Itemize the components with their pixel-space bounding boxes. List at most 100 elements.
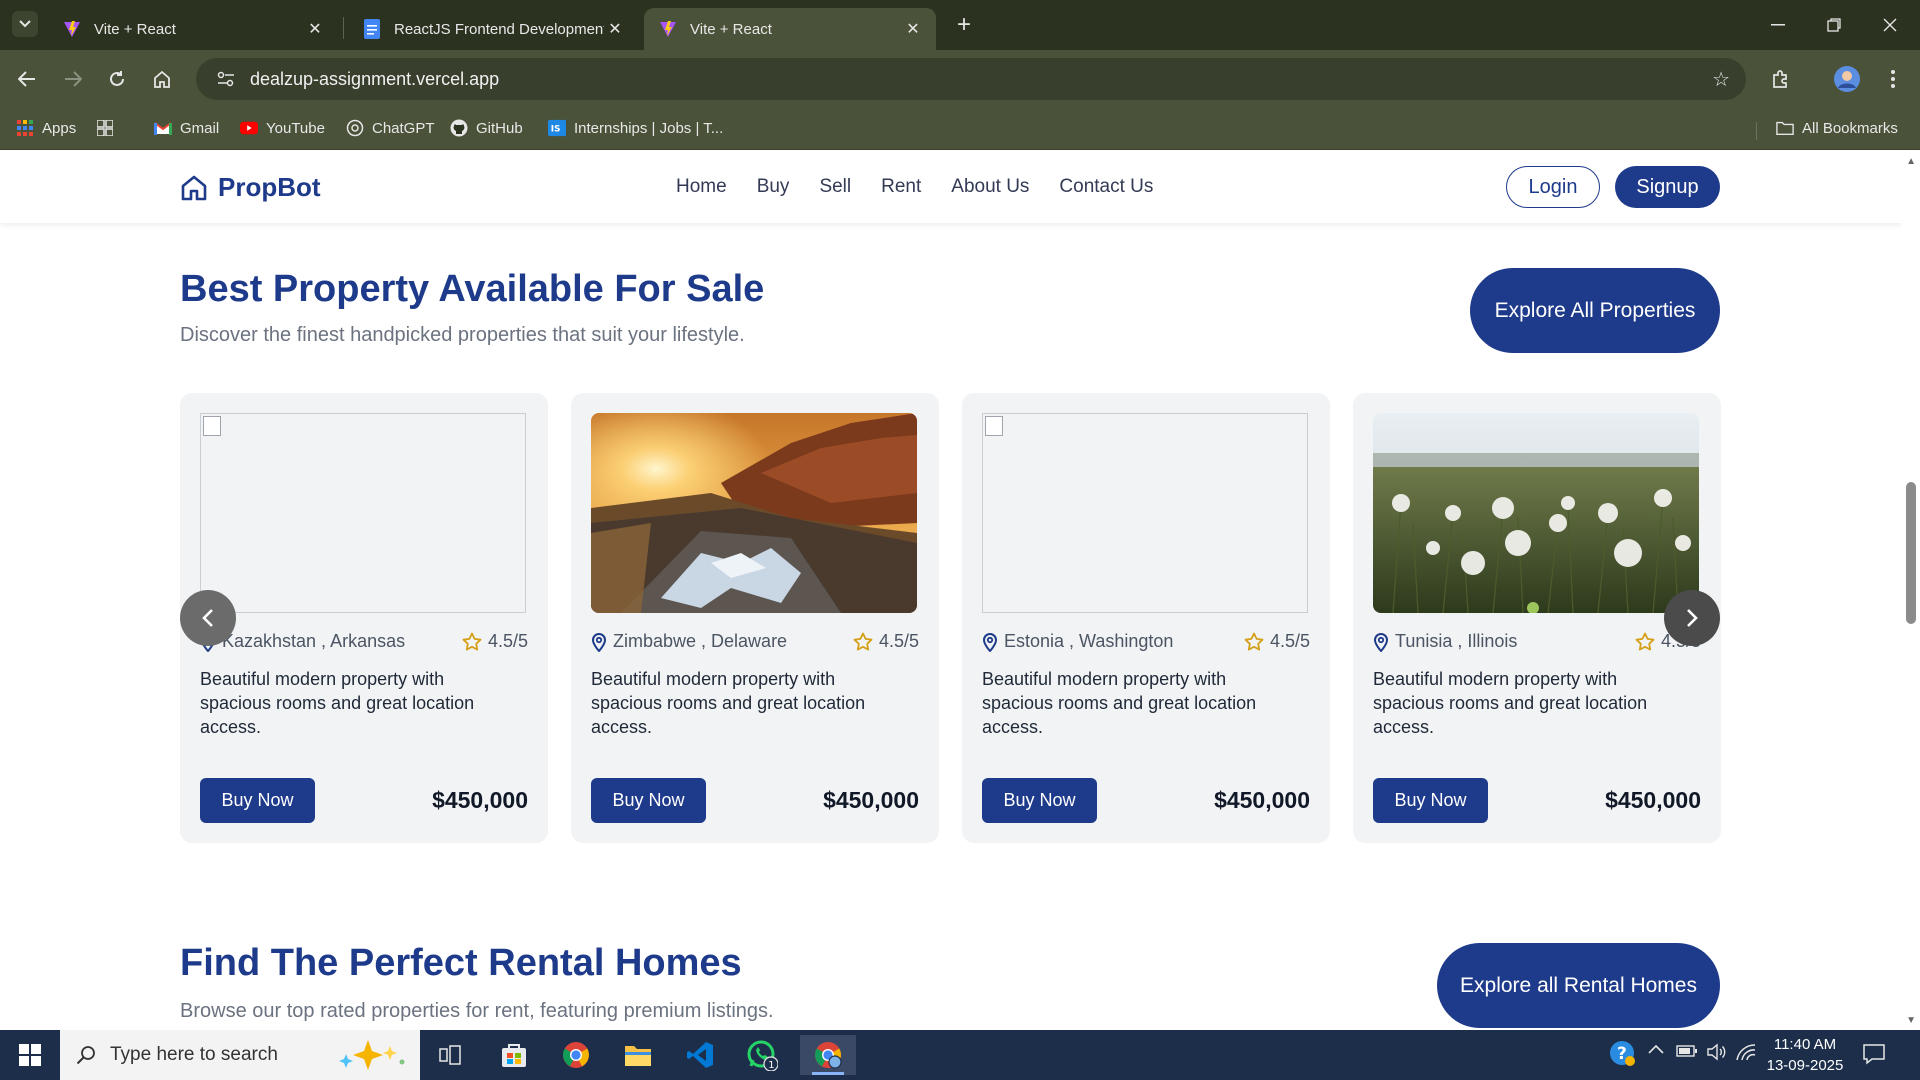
vscode-icon[interactable] <box>676 1035 724 1075</box>
star-icon <box>1244 632 1264 651</box>
windows-taskbar: Type here to search 1 ? 11:40 AM 13-09-2… <box>0 1030 1920 1080</box>
property-description: Beautiful modern property with spacious … <box>1373 669 1648 737</box>
reload-icon[interactable] <box>100 62 134 96</box>
close-tab-icon[interactable]: ✕ <box>604 18 626 40</box>
scrollbar-thumb[interactable] <box>1906 482 1916 624</box>
taskbar-clock[interactable]: 11:40 AM 13-09-2025 <box>1760 1034 1850 1076</box>
explore-all-properties-button[interactable]: Explore All Properties <box>1470 268 1720 353</box>
property-location: Estonia , Washington <box>982 631 1173 652</box>
nav-about-us[interactable]: About Us <box>951 176 1029 198</box>
scroll-up-arrow-icon[interactable]: ▲ <box>1906 156 1916 167</box>
brand-name: PropBot <box>218 172 321 202</box>
whatsapp-icon[interactable]: 1 <box>738 1035 786 1075</box>
gmail-icon <box>154 119 172 137</box>
scroll-down-arrow-icon[interactable]: ▼ <box>1906 1015 1916 1026</box>
chrome-icon[interactable] <box>552 1035 600 1075</box>
home-icon[interactable] <box>145 62 179 96</box>
tab-title: Vite + React <box>690 20 772 38</box>
notification-center-icon[interactable] <box>1862 1042 1886 1071</box>
nav-rent[interactable]: Rent <box>881 176 921 198</box>
bookmark-divider <box>1756 122 1757 140</box>
bookmark-internshala[interactable]: IS Internships | Jobs | T... <box>548 119 723 137</box>
bookmark-apps[interactable]: Apps <box>16 119 76 137</box>
carousel-next-button[interactable] <box>1664 590 1720 646</box>
browser-menu-icon[interactable] <box>1876 62 1910 96</box>
login-button[interactable]: Login <box>1506 166 1600 208</box>
property-description: Beautiful modern property with spacious … <box>591 669 866 737</box>
back-arrow-icon[interactable] <box>10 62 44 96</box>
file-explorer-icon[interactable] <box>614 1035 662 1075</box>
buy-now-button[interactable]: Buy Now <box>1373 778 1488 823</box>
browser-tab-bar: Vite + React ✕ ReactJS Frontend Developm… <box>0 0 1920 50</box>
chrome-active-window-icon[interactable] <box>800 1035 856 1075</box>
close-tab-icon[interactable]: ✕ <box>902 18 924 40</box>
property-card: Estonia , Washington 4.5/5 Beautiful mod… <box>962 393 1330 843</box>
folder-icon <box>1776 119 1794 137</box>
copilot-sparkle-icon[interactable] <box>332 1040 408 1075</box>
help-icon[interactable]: ? <box>1608 1039 1636 1067</box>
house-icon <box>180 174 208 202</box>
task-view-icon[interactable] <box>426 1035 474 1075</box>
bookmark-chatgpt[interactable]: ChatGPT <box>346 119 435 137</box>
signup-button[interactable]: Signup <box>1615 166 1720 208</box>
property-price: $450,000 <box>1214 787 1310 813</box>
carousel-prev-button[interactable] <box>180 590 236 646</box>
property-rating: 4.5/5 <box>1244 631 1310 652</box>
bookmark-all-bookmarks[interactable]: All Bookmarks <box>1776 119 1898 137</box>
forward-arrow-icon[interactable] <box>56 62 90 96</box>
explore-all-rental-homes-button[interactable]: Explore all Rental Homes <box>1437 943 1720 1028</box>
minimize-icon[interactable] <box>1750 0 1806 50</box>
wifi-icon[interactable] <box>1736 1043 1756 1061</box>
close-window-icon[interactable] <box>1862 0 1918 50</box>
buy-now-button[interactable]: Buy Now <box>200 778 315 823</box>
property-image-broken <box>982 413 1308 613</box>
browser-tab-3-active[interactable]: Vite + React ✕ <box>644 8 936 50</box>
browser-tab-2[interactable]: ReactJS Frontend Development ✕ <box>348 8 638 50</box>
site-logo[interactable]: PropBot <box>180 172 321 203</box>
show-hidden-icons-chevron-up-icon[interactable] <box>1648 1044 1664 1054</box>
bookmark-youtube[interactable]: YouTube <box>240 119 325 137</box>
page-scrollbar[interactable]: ▲ ▼ <box>1902 150 1920 1030</box>
close-tab-icon[interactable]: ✕ <box>304 18 326 40</box>
vite-icon <box>62 19 82 39</box>
bookmark-github[interactable]: GitHub <box>450 119 523 137</box>
buy-now-button[interactable]: Buy Now <box>591 778 706 823</box>
clock-time: 11:40 AM <box>1773 1036 1837 1053</box>
extensions-puzzle-icon[interactable] <box>1764 62 1798 96</box>
bookmark-grid[interactable] <box>96 119 122 137</box>
star-icon <box>853 632 873 651</box>
volume-icon[interactable] <box>1706 1043 1728 1061</box>
buy-now-button[interactable]: Buy Now <box>982 778 1097 823</box>
browser-tab-1[interactable]: Vite + React ✕ <box>48 8 338 50</box>
google-docs-icon <box>362 19 382 39</box>
nav-buy[interactable]: Buy <box>757 176 790 198</box>
profile-avatar[interactable] <box>1830 62 1864 96</box>
restore-icon[interactable] <box>1806 0 1862 50</box>
bookmark-star-icon[interactable]: ☆ <box>1712 67 1730 92</box>
search-placeholder: Type here to search <box>110 1044 278 1065</box>
property-rating: 4.5/5 <box>853 631 919 652</box>
chevron-left-icon <box>202 609 213 627</box>
main-nav: Home Buy Sell Rent About Us Contact Us <box>676 176 1183 198</box>
battery-icon[interactable] <box>1676 1045 1698 1057</box>
bookmark-gmail[interactable]: Gmail <box>154 119 219 137</box>
broken-image-icon <box>203 416 221 436</box>
apps-grid-icon <box>16 119 34 137</box>
nav-home[interactable]: Home <box>676 176 727 198</box>
github-icon <box>450 119 468 137</box>
tab-search-button[interactable] <box>12 11 38 37</box>
tab-title: ReactJS Frontend Development <box>394 20 604 38</box>
microsoft-store-icon[interactable] <box>490 1035 538 1075</box>
property-price: $450,000 <box>1605 787 1701 813</box>
address-bar[interactable]: dealzup-assignment.vercel.app ☆ <box>196 58 1746 100</box>
taskbar-search-box[interactable]: Type here to search <box>60 1030 420 1080</box>
bookmark-label: Apps <box>42 119 77 137</box>
windows-start-button[interactable] <box>0 1030 60 1080</box>
vite-icon <box>658 19 678 39</box>
clock-date: 13-09-2025 <box>1766 1057 1844 1074</box>
nav-sell[interactable]: Sell <box>819 176 851 198</box>
new-tab-plus-icon[interactable]: + <box>950 11 978 39</box>
star-icon <box>1635 632 1655 651</box>
nav-contact-us[interactable]: Contact Us <box>1059 176 1153 198</box>
site-info-icon[interactable] <box>208 71 244 87</box>
